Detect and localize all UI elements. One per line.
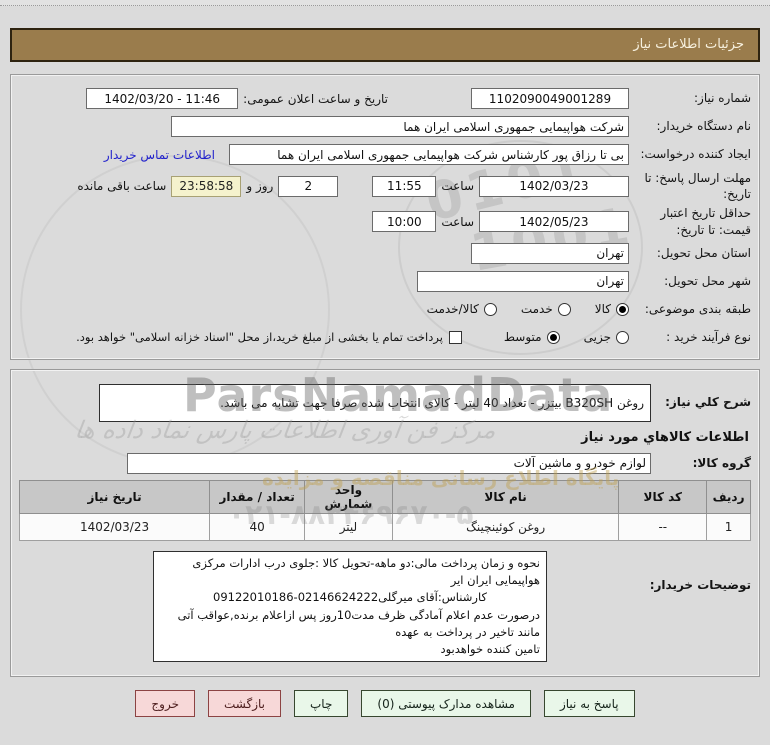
buyer-notes-row: توضیحات خریدار: نحوه و زمان پرداخت مالی:… bbox=[19, 550, 751, 663]
buyer-org-label: نام دستگاه خریدار: bbox=[656, 119, 752, 134]
col-header-unit: واحد شمارش bbox=[304, 479, 393, 514]
cell-quantity: 40 bbox=[209, 512, 306, 541]
need-desc-box: روغن B320SH بیتزر - تعداد 40 لیتر - کالا… bbox=[99, 383, 651, 422]
need-desc-row: شرح کلي نیاز: روغن B320SH بیتزر - تعداد … bbox=[19, 383, 751, 422]
validity-row: حداقل تاریخ اعتبار قیمت: تا تاریخ: ساعت bbox=[19, 205, 751, 237]
col-header-need-date: تاریخ نیاز bbox=[18, 479, 211, 514]
process-option-medium[interactable]: متوسط bbox=[504, 330, 560, 344]
need-desc-label: شرح کلي نیاز: bbox=[665, 394, 751, 409]
deadline-label: مهلت ارسال پاسخ: تا تاریخ: bbox=[644, 171, 751, 202]
classification-option-goods[interactable]: کالا bbox=[595, 302, 629, 316]
classification-option-goods-service[interactable]: کالا/خدمت bbox=[427, 302, 497, 316]
announce-label: تاریخ و ساعت اعلان عمومی: bbox=[243, 91, 388, 106]
radio-service-label: خدمت bbox=[520, 302, 553, 317]
col-header-goods-code: کد کالا bbox=[618, 479, 708, 514]
radio-goods-service-label: کالا/خدمت bbox=[426, 302, 479, 317]
action-buttons: پاسخ به نیاز مشاهده مدارک پیوستی (0) چاپ… bbox=[0, 690, 770, 718]
radio-service-icon[interactable] bbox=[557, 302, 571, 316]
radio-medium-label: متوسط bbox=[503, 330, 542, 345]
exit-button[interactable]: خروج bbox=[135, 690, 195, 718]
cell-unit: لیتر bbox=[304, 512, 393, 541]
province-input[interactable] bbox=[471, 242, 629, 264]
goods-group-label: گروه کالا: bbox=[692, 456, 751, 471]
buyer-org-row: نام دستگاه خریدار: bbox=[19, 114, 751, 139]
cell-goods-code: -- bbox=[618, 512, 708, 541]
countdown-timer: 23:58:58 bbox=[171, 175, 242, 197]
radio-goods-label: کالا bbox=[594, 302, 611, 317]
buyer-notes-label: توضیحات خریدار: bbox=[649, 577, 751, 592]
page-title: جزئیات اطلاعات نیاز bbox=[633, 37, 744, 52]
city-row: شهر محل تحویل: bbox=[19, 269, 751, 294]
province-label: استان محل تحویل: bbox=[656, 246, 751, 261]
classification-label: طبقه بندی موضوعی: bbox=[644, 302, 751, 317]
deadline-row: مهلت ارسال پاسخ: تا تاریخ: ساعت روز و 23… bbox=[19, 170, 751, 202]
creator-label: ایجاد کننده درخواست: bbox=[640, 147, 751, 162]
goods-group-input[interactable] bbox=[127, 452, 651, 474]
validity-time-input[interactable] bbox=[372, 211, 437, 233]
hours-remaining-label: ساعت باقی مانده bbox=[77, 179, 167, 194]
days-and-label: روز و bbox=[246, 179, 274, 194]
city-label: شهر محل تحویل: bbox=[664, 274, 751, 289]
need-info-panel: شماره نیاز: تاریخ و ساعت اعلان عمومی: 14… bbox=[10, 74, 760, 360]
radio-medium-icon[interactable] bbox=[546, 330, 560, 344]
classification-option-service[interactable]: خدمت bbox=[521, 302, 571, 316]
process-type-label: نوع فرآیند خرید : bbox=[666, 330, 751, 345]
need-number-input[interactable] bbox=[471, 88, 629, 109]
need-number-label: شماره نیاز: bbox=[694, 91, 751, 106]
buyer-notes-box: نحوه و زمان پرداخت مالی:دو ماهه-تحویل کا… bbox=[153, 550, 547, 663]
goods-group-row: گروه کالا: bbox=[19, 451, 751, 476]
goods-info-panel: شرح کلي نیاز: روغن B320SH بیتزر - تعداد … bbox=[10, 368, 760, 678]
buyer-contact-link[interactable]: اطلاعات تماس خریدار bbox=[104, 148, 215, 162]
radio-goods-icon[interactable] bbox=[616, 302, 629, 316]
goods-table-header-row: ردیف کد کالا نام کالا واحد شمارش تعداد /… bbox=[18, 479, 751, 514]
validity-hour-label: ساعت bbox=[441, 214, 474, 229]
announce-datetime: 1402/03/20 - 11:46 bbox=[86, 88, 239, 109]
radio-partial-label: جزیی bbox=[583, 330, 611, 345]
col-header-goods-name: نام کالا bbox=[391, 479, 620, 514]
validity-label: حداقل تاریخ اعتبار قیمت: تا تاریخ: bbox=[660, 206, 751, 237]
back-button[interactable]: بازگشت bbox=[208, 690, 281, 718]
buyer-notes-line: نحوه و زمان پرداخت مالی:دو ماهه-تحویل کا… bbox=[192, 555, 540, 587]
goods-table: ردیف کد کالا نام کالا واحد شمارش تعداد /… bbox=[18, 479, 751, 541]
respond-button[interactable]: پاسخ به نیاز bbox=[543, 690, 635, 718]
city-input[interactable] bbox=[417, 270, 629, 292]
treasury-checkbox[interactable] bbox=[448, 330, 462, 344]
radio-partial-icon[interactable] bbox=[616, 330, 629, 344]
process-option-partial[interactable]: جزیی bbox=[584, 330, 629, 344]
goods-table-row: 1 -- روغن کوئینچینگ لیتر 40 1402/03/23 bbox=[18, 512, 751, 541]
deadline-time-input[interactable] bbox=[372, 175, 437, 197]
province-row: استان محل تحویل: bbox=[19, 241, 751, 266]
creator-input[interactable] bbox=[229, 144, 629, 165]
creator-row: ایجاد کننده درخواست: اطلاعات تماس خریدار bbox=[19, 142, 751, 167]
cell-row-number: 1 bbox=[706, 512, 751, 541]
classification-row: طبقه بندی موضوعی: کالا خدمت کالا/خدمت bbox=[19, 297, 751, 322]
page-root: جزئیات اطلاعات نیاز شماره نیاز: تاریخ و … bbox=[0, 0, 770, 745]
cell-need-date: 1402/03/23 bbox=[18, 512, 211, 541]
deadline-hour-label: ساعت bbox=[441, 179, 474, 194]
remaining-days-input[interactable] bbox=[278, 175, 339, 197]
buyer-org-input[interactable] bbox=[171, 116, 629, 137]
buyer-notes-line: تامین کننده خواهدبود bbox=[440, 642, 541, 656]
deadline-date-input[interactable] bbox=[479, 175, 629, 197]
need-number-row: شماره نیاز: تاریخ و ساعت اعلان عمومی: 14… bbox=[19, 86, 751, 111]
goods-section-heading: اطلاعات کالاهاي مورد نیاز bbox=[581, 429, 749, 445]
buyer-notes-line: درصورت عدم اعلام آمادگی ظرف مدت10روز پس … bbox=[177, 607, 540, 639]
print-button[interactable]: چاپ bbox=[294, 690, 349, 718]
page-title-bar: جزئیات اطلاعات نیاز bbox=[10, 28, 760, 62]
cell-goods-name: روغن کوئینچینگ bbox=[391, 512, 620, 541]
top-divider bbox=[0, 0, 770, 6]
validity-date-input[interactable] bbox=[479, 211, 629, 233]
view-attachments-button[interactable]: مشاهده مدارک پیوستی (0) bbox=[361, 690, 531, 718]
col-header-row-number: ردیف bbox=[706, 479, 751, 514]
treasury-checkbox-label: پرداخت تمام یا بخشی از مبلغ خرید،از محل … bbox=[76, 330, 443, 345]
buyer-notes-line: کارشناس:آقای میرگلی02146624222-091220101… bbox=[213, 590, 487, 605]
col-header-quantity: تعداد / مقدار bbox=[209, 479, 306, 514]
radio-goods-service-icon[interactable] bbox=[483, 302, 497, 316]
process-type-row: نوع فرآیند خرید : جزیی متوسط پرداخت تمام… bbox=[19, 325, 751, 350]
